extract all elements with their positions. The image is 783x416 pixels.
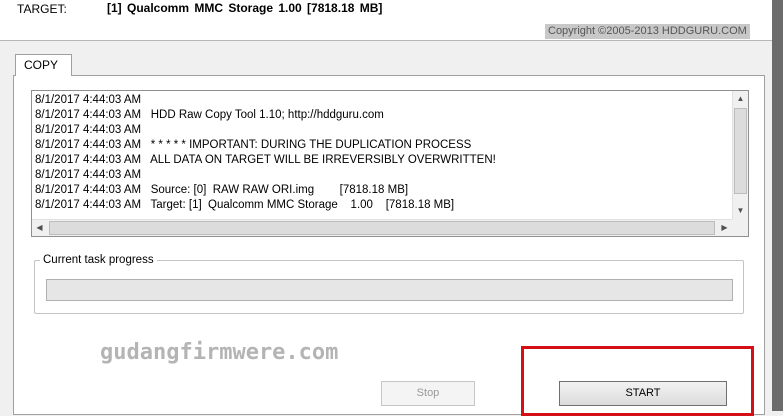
- scroll-right-arrow-icon[interactable]: ▶: [717, 220, 732, 236]
- log-line: 8/1/2017 4:44:03 AM: [35, 94, 142, 106]
- log-listbox[interactable]: 8/1/2017 4:44:03 AM 8/1/2017 4:44:03 AM …: [31, 90, 749, 237]
- log-line: 8/1/2017 4:44:03 AM: [35, 169, 142, 181]
- log-line: 8/1/2017 4:44:03 AM ALL DATA ON TARGET W…: [35, 154, 496, 166]
- watermark-text: gudangfirmwere.com: [100, 340, 339, 365]
- log-line: 8/1/2017 4:44:03 AM: [35, 124, 142, 136]
- horizontal-scrollbar[interactable]: ◀ ▶: [32, 219, 732, 236]
- task-progress-bar: [46, 279, 733, 301]
- copyright-text: Copyright ©2005-2013 HDDGURU.COM: [545, 24, 750, 39]
- target-device: [1] Qualcomm MMC Storage 1.00 [7818.18 M…: [107, 1, 383, 15]
- vertical-scrollbar[interactable]: ▲ ▼: [732, 91, 748, 219]
- stop-button[interactable]: Stop: [381, 381, 475, 406]
- log-line: 8/1/2017 4:44:03 AM Target: [1] Qualcomm…: [35, 199, 455, 211]
- scroll-left-arrow-icon[interactable]: ◀: [32, 220, 47, 236]
- log-line: 8/1/2017 4:44:03 AM Source: [0] RAW RAW …: [35, 184, 409, 196]
- scroll-down-arrow-icon[interactable]: ▼: [733, 203, 748, 219]
- window-right-edge: [772, 0, 783, 411]
- target-bar: TARGET: [1] Qualcomm MMC Storage 1.00 [7…: [0, 0, 772, 41]
- scroll-up-arrow-icon[interactable]: ▲: [733, 91, 748, 107]
- progress-label: Current task progress: [40, 254, 157, 266]
- log-line: 8/1/2017 4:44:03 AM * * * * * IMPORTANT:…: [35, 139, 472, 151]
- log-lines: 8/1/2017 4:44:03 AM 8/1/2017 4:44:03 AM …: [35, 93, 496, 213]
- vertical-scroll-thumb[interactable]: [734, 108, 747, 194]
- scrollbar-corner: [732, 219, 748, 236]
- horizontal-scroll-thumb[interactable]: [49, 221, 715, 235]
- highlight-box: [521, 346, 754, 416]
- tab-copy[interactable]: COPY: [15, 54, 72, 76]
- log-line: 8/1/2017 4:44:03 AM HDD Raw Copy Tool 1.…: [35, 109, 384, 121]
- target-label: TARGET:: [17, 2, 67, 16]
